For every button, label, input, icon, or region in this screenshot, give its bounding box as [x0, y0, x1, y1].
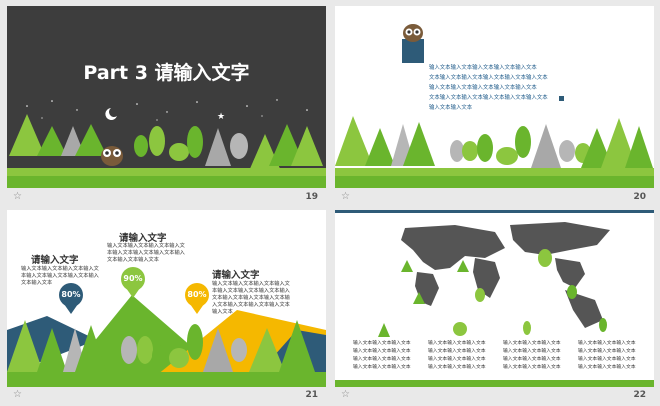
body-line: 输入文本输入文本: [429, 105, 473, 111]
body-line: 输入文本输入文本输入文本输入文本输入文本: [429, 85, 537, 91]
trees-group: [9, 114, 323, 171]
slide-22-thumbnail[interactable]: 输入文本输入文本输入文本 输入文本输入文本输入文本 输入文本输入文本输入文本 输…: [335, 210, 654, 387]
slide-19-footer: ☆ 19: [7, 188, 326, 208]
caption-block: 输入文本输入文本输入文本 输入文本输入文本输入文本 输入文本输入文本输入文本 输…: [578, 341, 636, 370]
caption-block: 输入文本输入文本输入文本 输入文本输入文本输入文本 输入文本输入文本输入文本 输…: [353, 341, 411, 370]
caption-trees: [378, 318, 607, 337]
star-icon[interactable]: ☆: [341, 191, 350, 202]
star-icon[interactable]: ☆: [341, 389, 350, 400]
slide-number: 20: [633, 192, 646, 202]
slide-number: 22: [633, 390, 646, 400]
body-line: 文本输入文本输入文本输入文本输入文本输入文本: [429, 75, 548, 81]
night-forest-illustration: ★: [7, 99, 326, 188]
body-text: 输入文本输入文本输入文本输入文本输入文本 文本输入文本输入文本输入文本输入文本输…: [429, 63, 564, 113]
body-line: 文本输入文本输入文本输入文本输入文本输入文本: [429, 95, 548, 101]
item-heading: 请输入文字: [31, 255, 79, 266]
moon-icon: [105, 108, 117, 120]
owl-sign: [402, 39, 424, 63]
star-icon[interactable]: ☆: [13, 191, 22, 202]
slide-number: 21: [305, 390, 318, 400]
slide-19-thumbnail[interactable]: ★ Part 3 请输入文字: [7, 6, 326, 188]
svg-text:★: ★: [217, 112, 225, 122]
item-text: 输入文本输入文本输入文本输入文 本输入文本输入文本输入文本输入 文本输入文本: [21, 266, 99, 286]
percent-label: 90%: [123, 274, 143, 283]
slide-title: Part 3 请输入文字: [83, 62, 250, 84]
item-text: 输入文本输入文本输入文本输入文 本输入文本输入文本输入文本输入 文本输入文本输入…: [107, 243, 185, 263]
item-heading: 请输入文字: [119, 233, 167, 244]
world-map: [401, 222, 610, 328]
slide-number: 19: [305, 192, 318, 202]
trees-group: [335, 116, 653, 168]
caption-block: 输入文本输入文本输入文本 输入文本输入文本输入文本 输入文本输入文本输入文本 输…: [428, 341, 486, 370]
slide-20-footer: ☆ 20: [335, 188, 654, 208]
item-heading: 请输入文字: [212, 270, 260, 281]
item-text: 输入文本输入文本输入文本输入文 本输入文本输入文本输入文本输入 文本输入文本输入…: [212, 281, 290, 315]
slide-21-thumbnail[interactable]: 请输入文字 输入文本输入文本输入文本输入文 本输入文本输入文本输入文本输入 文本…: [7, 210, 326, 387]
caption-block: 输入文本输入文本输入文本 输入文本输入文本输入文本 输入文本输入文本输入文本 输…: [503, 341, 561, 370]
slide-21-footer: ☆ 21: [7, 386, 326, 406]
owl-icon: [403, 24, 423, 42]
percent-label: 80%: [187, 290, 207, 299]
owl-icon: [101, 146, 123, 166]
percent-label: 80%: [61, 290, 81, 299]
star-icon[interactable]: ☆: [13, 389, 22, 400]
slide-22-footer: ☆ 22: [335, 386, 654, 406]
slide-20-thumbnail[interactable]: 输入文本输入文本输入文本输入文本输入文本 文本输入文本输入文本输入文本输入文本输…: [335, 6, 654, 188]
body-line: 输入文本输入文本输入文本输入文本输入文本: [429, 65, 537, 71]
